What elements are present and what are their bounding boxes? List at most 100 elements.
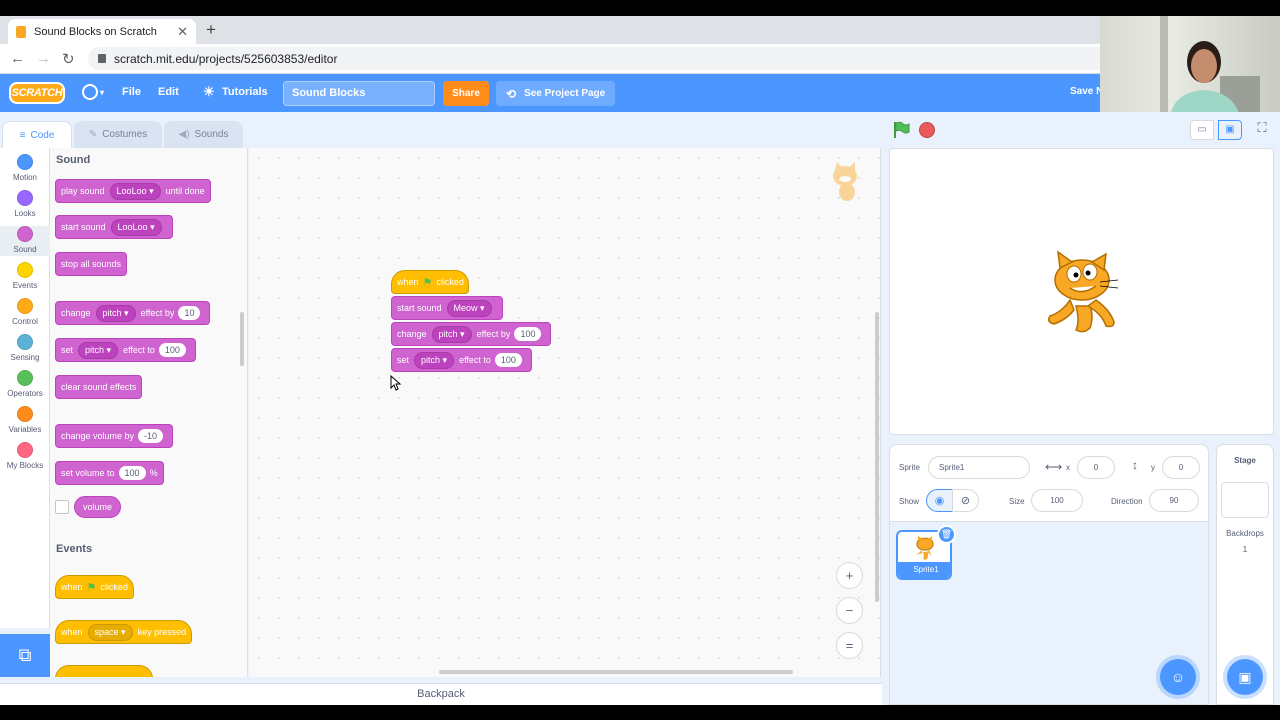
- url-field[interactable]: scratch.mit.edu/projects/525603853/edito…: [88, 47, 1188, 70]
- direction-input[interactable]: 90: [1149, 489, 1199, 512]
- workspace-vertical-scrollbar[interactable]: [875, 312, 879, 602]
- sound-dropdown[interactable]: Meow ▾: [446, 299, 492, 317]
- tab-costumes[interactable]: ✎ Costumes: [74, 121, 162, 148]
- size-input[interactable]: 100: [1031, 489, 1083, 512]
- add-extension-button[interactable]: ⧉: [0, 634, 50, 677]
- category-motion[interactable]: Motion: [0, 154, 50, 182]
- browser-tab-strip: Sound Blocks on Scratch ✕ +: [0, 16, 1280, 44]
- show-visible-eye-icon[interactable]: ◉: [926, 489, 953, 512]
- block-stop-all-sounds[interactable]: stop all sounds: [55, 252, 128, 276]
- block-play-sound-until-done[interactable]: play sound LooLoo ▾ until done: [55, 179, 211, 203]
- block-set-volume-to[interactable]: set volume to 100 %: [55, 461, 164, 485]
- category-control-label: Control: [12, 317, 38, 326]
- palette-scrollbar[interactable]: [240, 312, 244, 366]
- tab-sounds[interactable]: ◀) Sounds: [164, 121, 243, 148]
- script-when-flag-clicked[interactable]: when ⚑ clicked: [391, 270, 469, 294]
- zoom-out-button[interactable]: −: [836, 597, 863, 624]
- new-tab-button[interactable]: +: [206, 20, 216, 40]
- zoom-in-button[interactable]: +: [836, 562, 863, 589]
- save-now-link[interactable]: Save N: [1070, 86, 1103, 97]
- webcam-person-image: [1160, 16, 1260, 117]
- project-title-input[interactable]: Sound Blocks: [283, 81, 435, 106]
- block-change-effect-by[interactable]: change pitch ▾ effect by 10: [55, 301, 211, 325]
- menu-file[interactable]: File: [122, 86, 141, 98]
- effect-dropdown[interactable]: pitch ▾: [95, 304, 136, 322]
- globe-icon[interactable]: [82, 84, 98, 100]
- number-input[interactable]: 100: [514, 327, 542, 341]
- zoom-reset-button[interactable]: =: [836, 632, 863, 659]
- category-sensing[interactable]: Sensing: [0, 334, 50, 362]
- tab-close-icon[interactable]: ✕: [177, 24, 188, 40]
- block-when-flag-clicked[interactable]: when ⚑ clicked: [55, 575, 134, 599]
- sensing-dot: [17, 334, 33, 350]
- menu-tutorials[interactable]: Tutorials: [222, 86, 268, 98]
- language-chevron-icon[interactable]: ▾: [100, 88, 104, 97]
- zoom-reset-icon: =: [845, 638, 854, 653]
- script-start-sound[interactable]: start sound Meow ▾: [391, 296, 503, 320]
- category-my-blocks[interactable]: My Blocks: [0, 442, 50, 470]
- block-when-key-pressed[interactable]: when space ▾ key pressed: [55, 620, 193, 644]
- speaker-icon: ◀): [178, 129, 190, 140]
- choose-backdrop-button[interactable]: ▣: [1227, 659, 1263, 695]
- tab-code[interactable]: ≡ Code: [2, 121, 72, 148]
- category-variables[interactable]: Variables: [0, 406, 50, 434]
- block-set-effect-to[interactable]: set pitch ▾ effect to 100: [55, 338, 196, 362]
- category-operators[interactable]: Operators: [0, 370, 50, 398]
- scratch-cat-sprite[interactable]: [1040, 250, 1124, 336]
- reporter-volume[interactable]: volume: [74, 496, 122, 518]
- workspace-horizontal-scrollbar[interactable]: [439, 670, 793, 674]
- category-sound[interactable]: Sound: [0, 226, 50, 256]
- zoom-in-icon: +: [845, 568, 854, 583]
- volume-checkbox[interactable]: [55, 500, 69, 514]
- category-control[interactable]: Control: [0, 298, 50, 326]
- delete-sprite-icon[interactable]: 🗑: [937, 525, 956, 544]
- y-input[interactable]: 0: [1162, 456, 1200, 479]
- block-clear-sound-effects[interactable]: clear sound effects: [55, 375, 143, 399]
- x-input[interactable]: 0: [1077, 456, 1115, 479]
- fullscreen-icon[interactable]: ⛶: [1252, 120, 1272, 140]
- key-dropdown[interactable]: space ▾: [87, 623, 133, 641]
- number-input[interactable]: 100: [494, 353, 522, 367]
- effect-dropdown[interactable]: pitch ▾: [78, 341, 119, 359]
- number-input[interactable]: 10: [178, 306, 201, 320]
- number-input[interactable]: -10: [138, 429, 164, 443]
- script-set-effect-to[interactable]: set pitch ▾ effect to 100: [391, 348, 532, 372]
- block-start-sound[interactable]: start sound LooLoo ▾: [55, 215, 173, 239]
- menu-edit[interactable]: Edit: [158, 86, 179, 98]
- backdrop-thumbnail[interactable]: [1221, 482, 1269, 518]
- backpack-bar[interactable]: Backpack: [0, 683, 882, 705]
- reload-icon[interactable]: ↻: [62, 50, 75, 68]
- sound-dropdown[interactable]: LooLoo ▾: [110, 218, 162, 236]
- dropdown-value: pitch: [85, 344, 105, 355]
- block-text: key pressed: [137, 627, 187, 637]
- number-input[interactable]: 100: [118, 466, 146, 480]
- effect-dropdown[interactable]: pitch ▾: [414, 351, 455, 369]
- category-looks[interactable]: Looks: [0, 190, 50, 218]
- choose-sprite-button[interactable]: ☺: [1160, 659, 1196, 695]
- lock-icon: [98, 54, 106, 63]
- number-input[interactable]: 100: [158, 343, 186, 357]
- code-workspace[interactable]: when ⚑ clicked start sound Meow ▾ change…: [249, 148, 881, 677]
- small-stage-icon[interactable]: ▭: [1190, 120, 1214, 140]
- share-button[interactable]: Share: [443, 81, 489, 106]
- scratch-editor: ≡ Code ✎ Costumes ◀) Sounds ▭ ▣ ⛶ Motion…: [0, 112, 1280, 705]
- forward-arrow-icon[interactable]: →: [36, 50, 51, 67]
- screen: Sound Blocks on Scratch ✕ + ← → ↻ scratc…: [0, 0, 1280, 720]
- green-flag-icon[interactable]: [892, 121, 910, 139]
- block-text: when: [397, 277, 419, 287]
- stop-sign-icon[interactable]: [919, 122, 935, 138]
- scratch-logo[interactable]: SCRATCH: [9, 82, 65, 104]
- category-events[interactable]: Events: [0, 262, 50, 290]
- block-change-volume-by[interactable]: change volume by -10: [55, 424, 174, 448]
- script-change-effect-by[interactable]: change pitch ▾ effect by 100: [391, 322, 552, 346]
- large-stage-icon[interactable]: ▣: [1218, 120, 1242, 140]
- sound-dropdown[interactable]: LooLoo ▾: [109, 182, 161, 200]
- see-project-page-button[interactable]: ⟲ See Project Page: [496, 81, 615, 106]
- show-hidden-eye-icon[interactable]: ⊘: [952, 489, 979, 512]
- browser-tab[interactable]: Sound Blocks on Scratch ✕: [8, 19, 196, 44]
- back-arrow-icon[interactable]: ←: [10, 50, 25, 67]
- effect-dropdown[interactable]: pitch ▾: [431, 325, 472, 343]
- sprite-name-input[interactable]: Sprite1: [928, 456, 1030, 479]
- block-when-sprite-clicked[interactable]: [55, 665, 153, 677]
- stage-canvas[interactable]: [889, 148, 1274, 435]
